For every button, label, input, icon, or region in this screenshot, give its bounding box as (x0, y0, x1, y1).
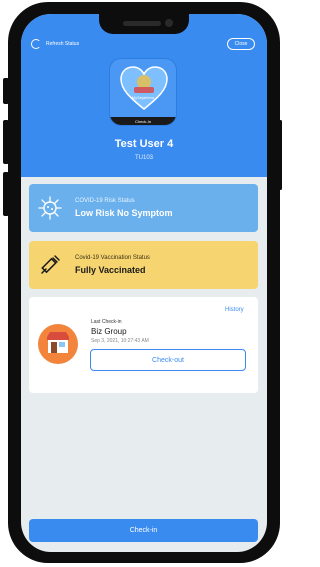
phone-power-button (279, 120, 282, 190)
front-camera (165, 19, 173, 27)
phone-volume-up-button (3, 120, 9, 164)
speaker-grille (123, 21, 161, 26)
phone-volume-down-button (3, 172, 9, 216)
close-button[interactable]: Close (227, 38, 255, 50)
last-checkin-time: Sep 3, 2021, 10:27:43 AM (91, 338, 149, 344)
app-brand-name: MySejahtera (131, 95, 155, 100)
phone-mute-switch (3, 78, 9, 104)
user-name: Test User 4 (114, 138, 174, 150)
last-checkin-card: History Last Check-in Biz Group Sep 3, 2… (29, 297, 258, 393)
app-logo: MySejahtera Check-In (109, 58, 177, 126)
last-checkin-venue: Biz Group (91, 327, 127, 336)
history-link[interactable]: History (225, 307, 244, 313)
checkout-button[interactable]: Check-out (90, 349, 246, 371)
last-checkin-label: Last Check-in (91, 319, 122, 325)
status-header: Refresh Status Close MySejahtera Check-I… (21, 14, 267, 177)
app-logo-caption: Check-In (110, 117, 176, 125)
checkin-button[interactable]: Check-in (29, 519, 258, 542)
user-id: TU103 (134, 155, 153, 161)
risk-status-card[interactable]: COVID-19 Risk Status Low Risk No Symptom (29, 184, 258, 232)
refresh-status-label: Refresh Status (46, 41, 80, 47)
risk-status-label: COVID-19 Risk Status (75, 198, 135, 204)
venue-store-icon (38, 324, 78, 364)
vaccination-status-label: Covid-19 Vaccination Status (75, 255, 150, 261)
virus-icon (38, 196, 62, 220)
syringe-icon (41, 255, 60, 274)
vaccination-status-value: Fully Vaccinated (75, 265, 146, 275)
refresh-status-button[interactable]: Refresh Status (31, 39, 79, 49)
app-screen: Refresh Status Close MySejahtera Check-I… (21, 14, 267, 552)
phone-notch (99, 14, 189, 34)
vaccination-status-card[interactable]: Covid-19 Vaccination Status Fully Vaccin… (29, 241, 258, 289)
refresh-icon (31, 39, 41, 49)
heart-logo-icon (120, 66, 168, 110)
risk-status-value: Low Risk No Symptom (75, 208, 173, 218)
